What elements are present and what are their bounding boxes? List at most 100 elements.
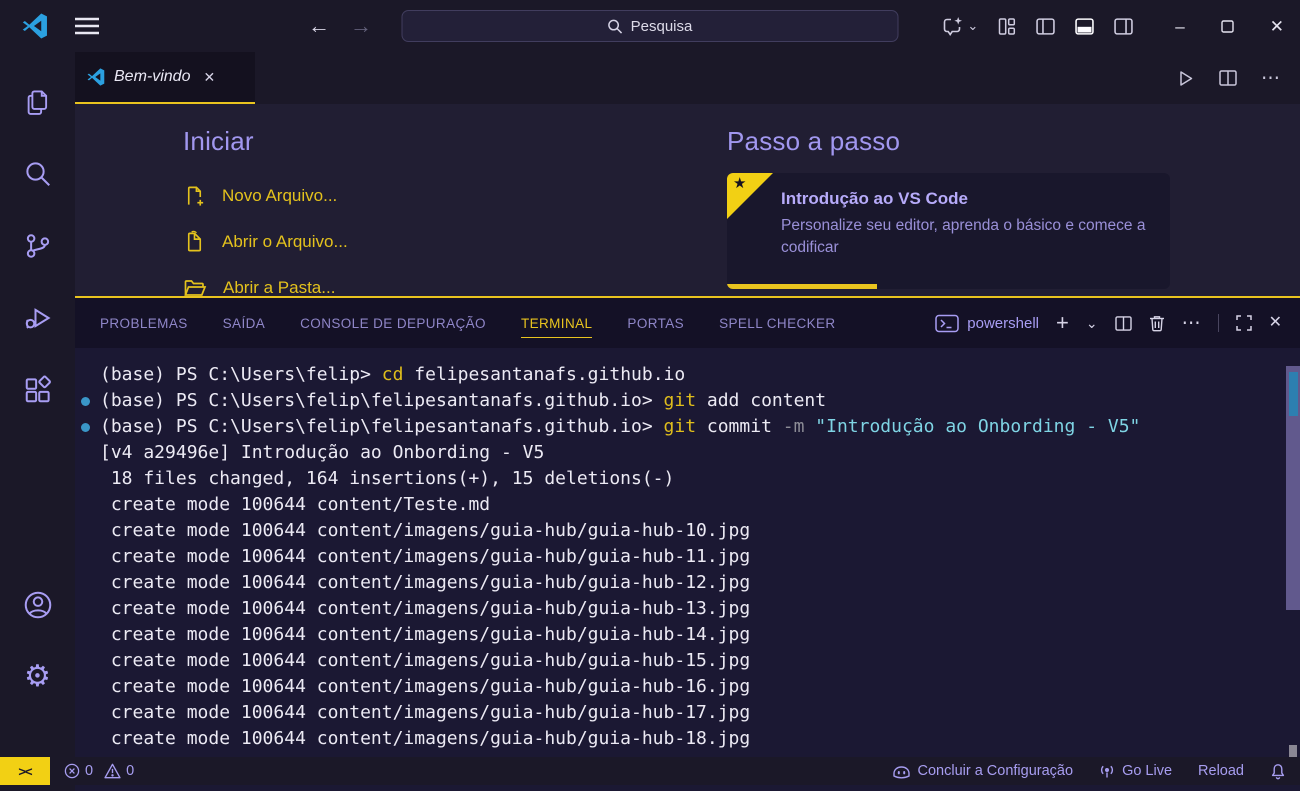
terminal-line: (base) PS C:\Users\felip\felipesantanafs…: [75, 414, 1300, 440]
go-back-icon[interactable]: ←: [308, 13, 330, 39]
toggle-sidebar-right-icon[interactable]: [1114, 18, 1133, 35]
source-control-icon[interactable]: [0, 210, 75, 282]
notifications-bell[interactable]: [1270, 763, 1286, 780]
minimize-button[interactable]: –: [1175, 18, 1184, 35]
copilot-icon[interactable]: ⌄: [942, 16, 978, 36]
toggle-sidebar-left-icon[interactable]: [1036, 18, 1055, 35]
kill-terminal-icon[interactable]: [1149, 315, 1165, 332]
remote-indicator[interactable]: ><: [0, 757, 50, 785]
editor-tab-bar: Bem-vindo ✕ ⋯: [75, 52, 1300, 104]
command-decoration-icon: [81, 423, 90, 432]
error-icon: [64, 763, 80, 779]
powershell-icon: [935, 314, 959, 333]
vscode-tab-icon: [87, 68, 105, 86]
panel-tab-spell-checker[interactable]: SPELL CHECKER: [719, 309, 836, 338]
vscode-logo-icon: [22, 13, 48, 39]
search-icon: [608, 19, 623, 34]
account-icon[interactable]: [22, 569, 54, 641]
terminal-line: create mode 100644 content/imagens/guia-…: [75, 648, 1300, 674]
shell-label: powershell: [967, 315, 1039, 332]
panel-tab-problemas[interactable]: PROBLEMAS: [100, 309, 188, 338]
close-panel-icon[interactable]: ✕: [1269, 315, 1282, 331]
toggle-panel-icon[interactable]: [1075, 18, 1094, 35]
settings-gear-icon[interactable]: ⚙: [22, 641, 54, 713]
terminal-line: create mode 100644 content/imagens/guia-…: [75, 622, 1300, 648]
open-folder-link[interactable]: Abrir a Pasta...: [183, 265, 348, 296]
panel-tab-console-de-depuração[interactable]: CONSOLE DE DEPURAÇÃO: [300, 309, 486, 338]
warning-count: 0: [126, 763, 134, 779]
terminal-line: (base) PS C:\Users\felip> cd felipesanta…: [75, 362, 1300, 388]
tab-label: Bem-vindo: [114, 68, 190, 86]
divider: [1218, 314, 1219, 332]
start-section-title: Iniciar: [183, 126, 348, 157]
maximize-panel-icon[interactable]: [1236, 315, 1252, 331]
panel-tab-portas[interactable]: PORTAS: [627, 309, 684, 338]
scrollbar-command-mark: [1289, 372, 1298, 416]
star-icon: ★: [733, 174, 746, 192]
panel-more-icon[interactable]: ⋯: [1182, 314, 1201, 333]
status-bar: >< 0 0 Concluir a Configuração Go Live R…: [0, 757, 1300, 785]
open-file-icon: [183, 230, 206, 254]
close-tab-icon[interactable]: ✕: [203, 69, 215, 86]
problems-status[interactable]: 0 0: [64, 763, 140, 779]
bell-icon: [1270, 763, 1286, 780]
customize-layout-icon[interactable]: [998, 18, 1016, 35]
panel-tab-saída[interactable]: SAÍDA: [223, 309, 266, 338]
panel-header: PROBLEMAS SAÍDA CONSOLE DE DEPURAÇÃO TERMIN…: [75, 298, 1300, 348]
reload-status[interactable]: Reload: [1198, 763, 1244, 779]
terminal-line: create mode 100644 content/imagens/guia-…: [75, 518, 1300, 544]
go-live-status[interactable]: Go Live: [1099, 763, 1172, 779]
go-forward-icon[interactable]: →: [350, 13, 372, 39]
panel-tab-terminal[interactable]: TERMINAL: [521, 309, 592, 338]
terminal-dropdown-icon[interactable]: ⌄: [1086, 316, 1098, 330]
terminal-line: create mode 100644 content/Teste.md: [75, 492, 1300, 518]
go-live-label: Go Live: [1122, 763, 1172, 779]
open-folder-label: Abrir a Pasta...: [223, 278, 335, 296]
search-input[interactable]: Pesquisa: [402, 10, 899, 42]
walkthrough-section-title: Passo a passo: [727, 126, 1187, 157]
walkthrough-card-description: Personalize seu editor, aprenda o básico…: [781, 215, 1153, 260]
maximize-button[interactable]: [1221, 20, 1234, 33]
split-editor-icon[interactable]: [1219, 70, 1237, 86]
terminal-shell-chip[interactable]: powershell: [935, 314, 1039, 333]
clipped-terminal-line: create mode 100644 content/imagens/guia-…: [75, 785, 1300, 791]
terminal-line: create mode 100644 content/imagens/guia-…: [75, 596, 1300, 622]
activity-bar: ⚙: [0, 52, 75, 791]
tab-bem-vindo[interactable]: Bem-vindo ✕: [75, 52, 255, 104]
terminal-line: [v4 a29496e] Introdução ao Onbording - V…: [75, 440, 1300, 466]
terminal-output[interactable]: (base) PS C:\Users\felip> cd felipesanta…: [75, 348, 1300, 791]
split-terminal-icon[interactable]: [1115, 316, 1132, 331]
welcome-page: Iniciar Novo Arquivo... Abrir o Arquivo.…: [75, 104, 1300, 296]
walkthrough-card[interactable]: ★ Introdução ao VS Code Personalize seu …: [727, 173, 1170, 289]
bottom-panel: PROBLEMAS SAÍDA CONSOLE DE DEPURAÇÃO TERMIN…: [75, 296, 1300, 791]
search-view-icon[interactable]: [0, 138, 75, 210]
terminal-line: create mode 100644 content/imagens/guia-…: [75, 700, 1300, 726]
terminal-line: create mode 100644 content/imagens/guia-…: [75, 544, 1300, 570]
new-file-label: Novo Arquivo...: [222, 186, 337, 206]
extensions-icon[interactable]: [0, 354, 75, 426]
new-file-icon: [183, 184, 206, 208]
command-decoration-icon: [81, 397, 90, 406]
reload-label: Reload: [1198, 763, 1244, 779]
menu-icon[interactable]: [74, 17, 100, 35]
explorer-icon[interactable]: [0, 66, 75, 138]
terminal-line: create mode 100644 content/imagens/guia-…: [75, 570, 1300, 596]
run-debug-icon[interactable]: [0, 282, 75, 354]
terminal-line: 18 files changed, 164 insertions(+), 15 …: [75, 466, 1300, 492]
open-folder-icon: [183, 276, 207, 296]
terminal-line: create mode 100644 content/imagens/guia-…: [75, 674, 1300, 700]
new-terminal-icon[interactable]: +: [1056, 312, 1069, 334]
remote-icon: ><: [18, 764, 31, 779]
run-file-icon[interactable]: [1176, 69, 1195, 88]
new-file-link[interactable]: Novo Arquivo...: [183, 173, 348, 219]
open-file-link[interactable]: Abrir o Arquivo...: [183, 219, 348, 265]
close-window-button[interactable]: ✕: [1270, 18, 1284, 35]
walkthrough-card-title: Introdução ao VS Code: [781, 189, 1152, 209]
error-count: 0: [85, 763, 93, 779]
copilot-setup-label: Concluir a Configuração: [918, 763, 1074, 779]
terminal-line: (base) PS C:\Users\felip\felipesantanafs…: [75, 388, 1300, 414]
terminal-scrollbar: [1286, 348, 1300, 791]
copilot-setup-status[interactable]: Concluir a Configuração: [892, 763, 1074, 779]
more-actions-icon[interactable]: ⋯: [1261, 67, 1280, 90]
warning-icon: [104, 763, 121, 779]
